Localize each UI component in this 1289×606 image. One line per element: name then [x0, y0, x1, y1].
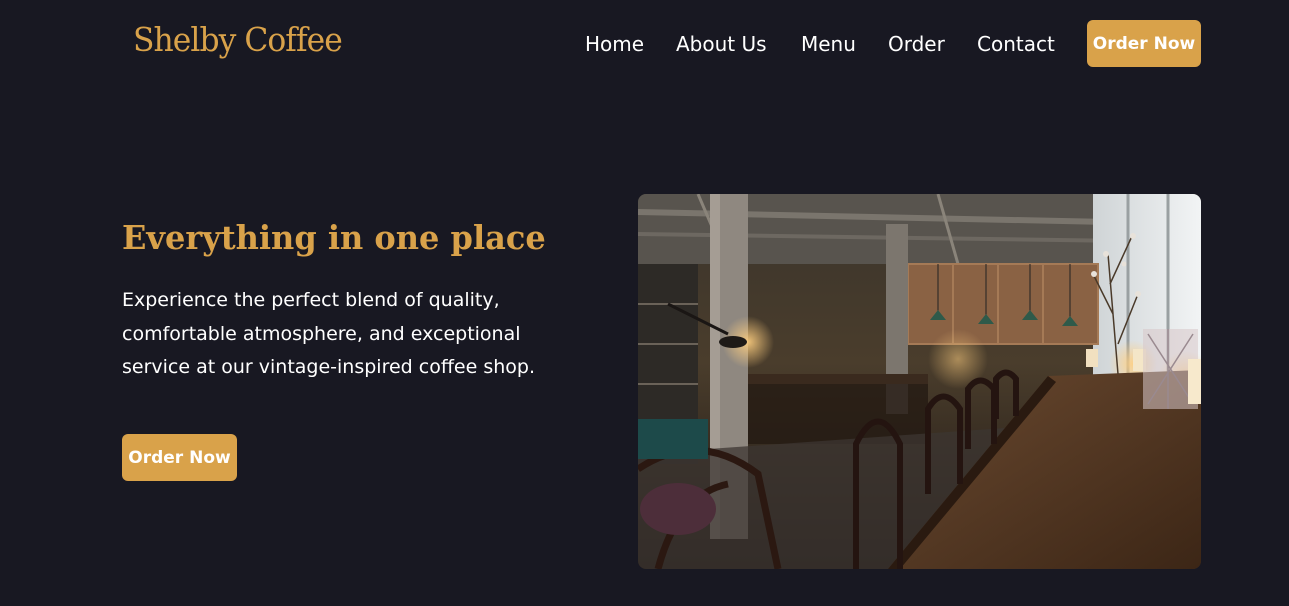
nav-link-menu[interactable]: Menu	[801, 32, 856, 56]
nav-link-about-us[interactable]: About Us	[676, 32, 767, 56]
coffee-shop-interior-image	[638, 194, 1201, 569]
brand-logo[interactable]: Shelby Coffee	[133, 20, 343, 59]
hero-description: Experience the perfect blend of quality,…	[122, 289, 535, 378]
navbar: Shelby Coffee Home About Us Menu Order C…	[0, 0, 1289, 90]
nav-link-home[interactable]: Home	[585, 32, 644, 56]
nav-link-contact[interactable]: Contact	[977, 32, 1055, 56]
hero-order-now-button[interactable]: Order Now	[122, 434, 237, 481]
nav-link-order[interactable]: Order	[888, 32, 945, 56]
hero-title: Everything in one place	[122, 218, 546, 257]
nav-order-now-button[interactable]: Order Now	[1087, 20, 1201, 67]
